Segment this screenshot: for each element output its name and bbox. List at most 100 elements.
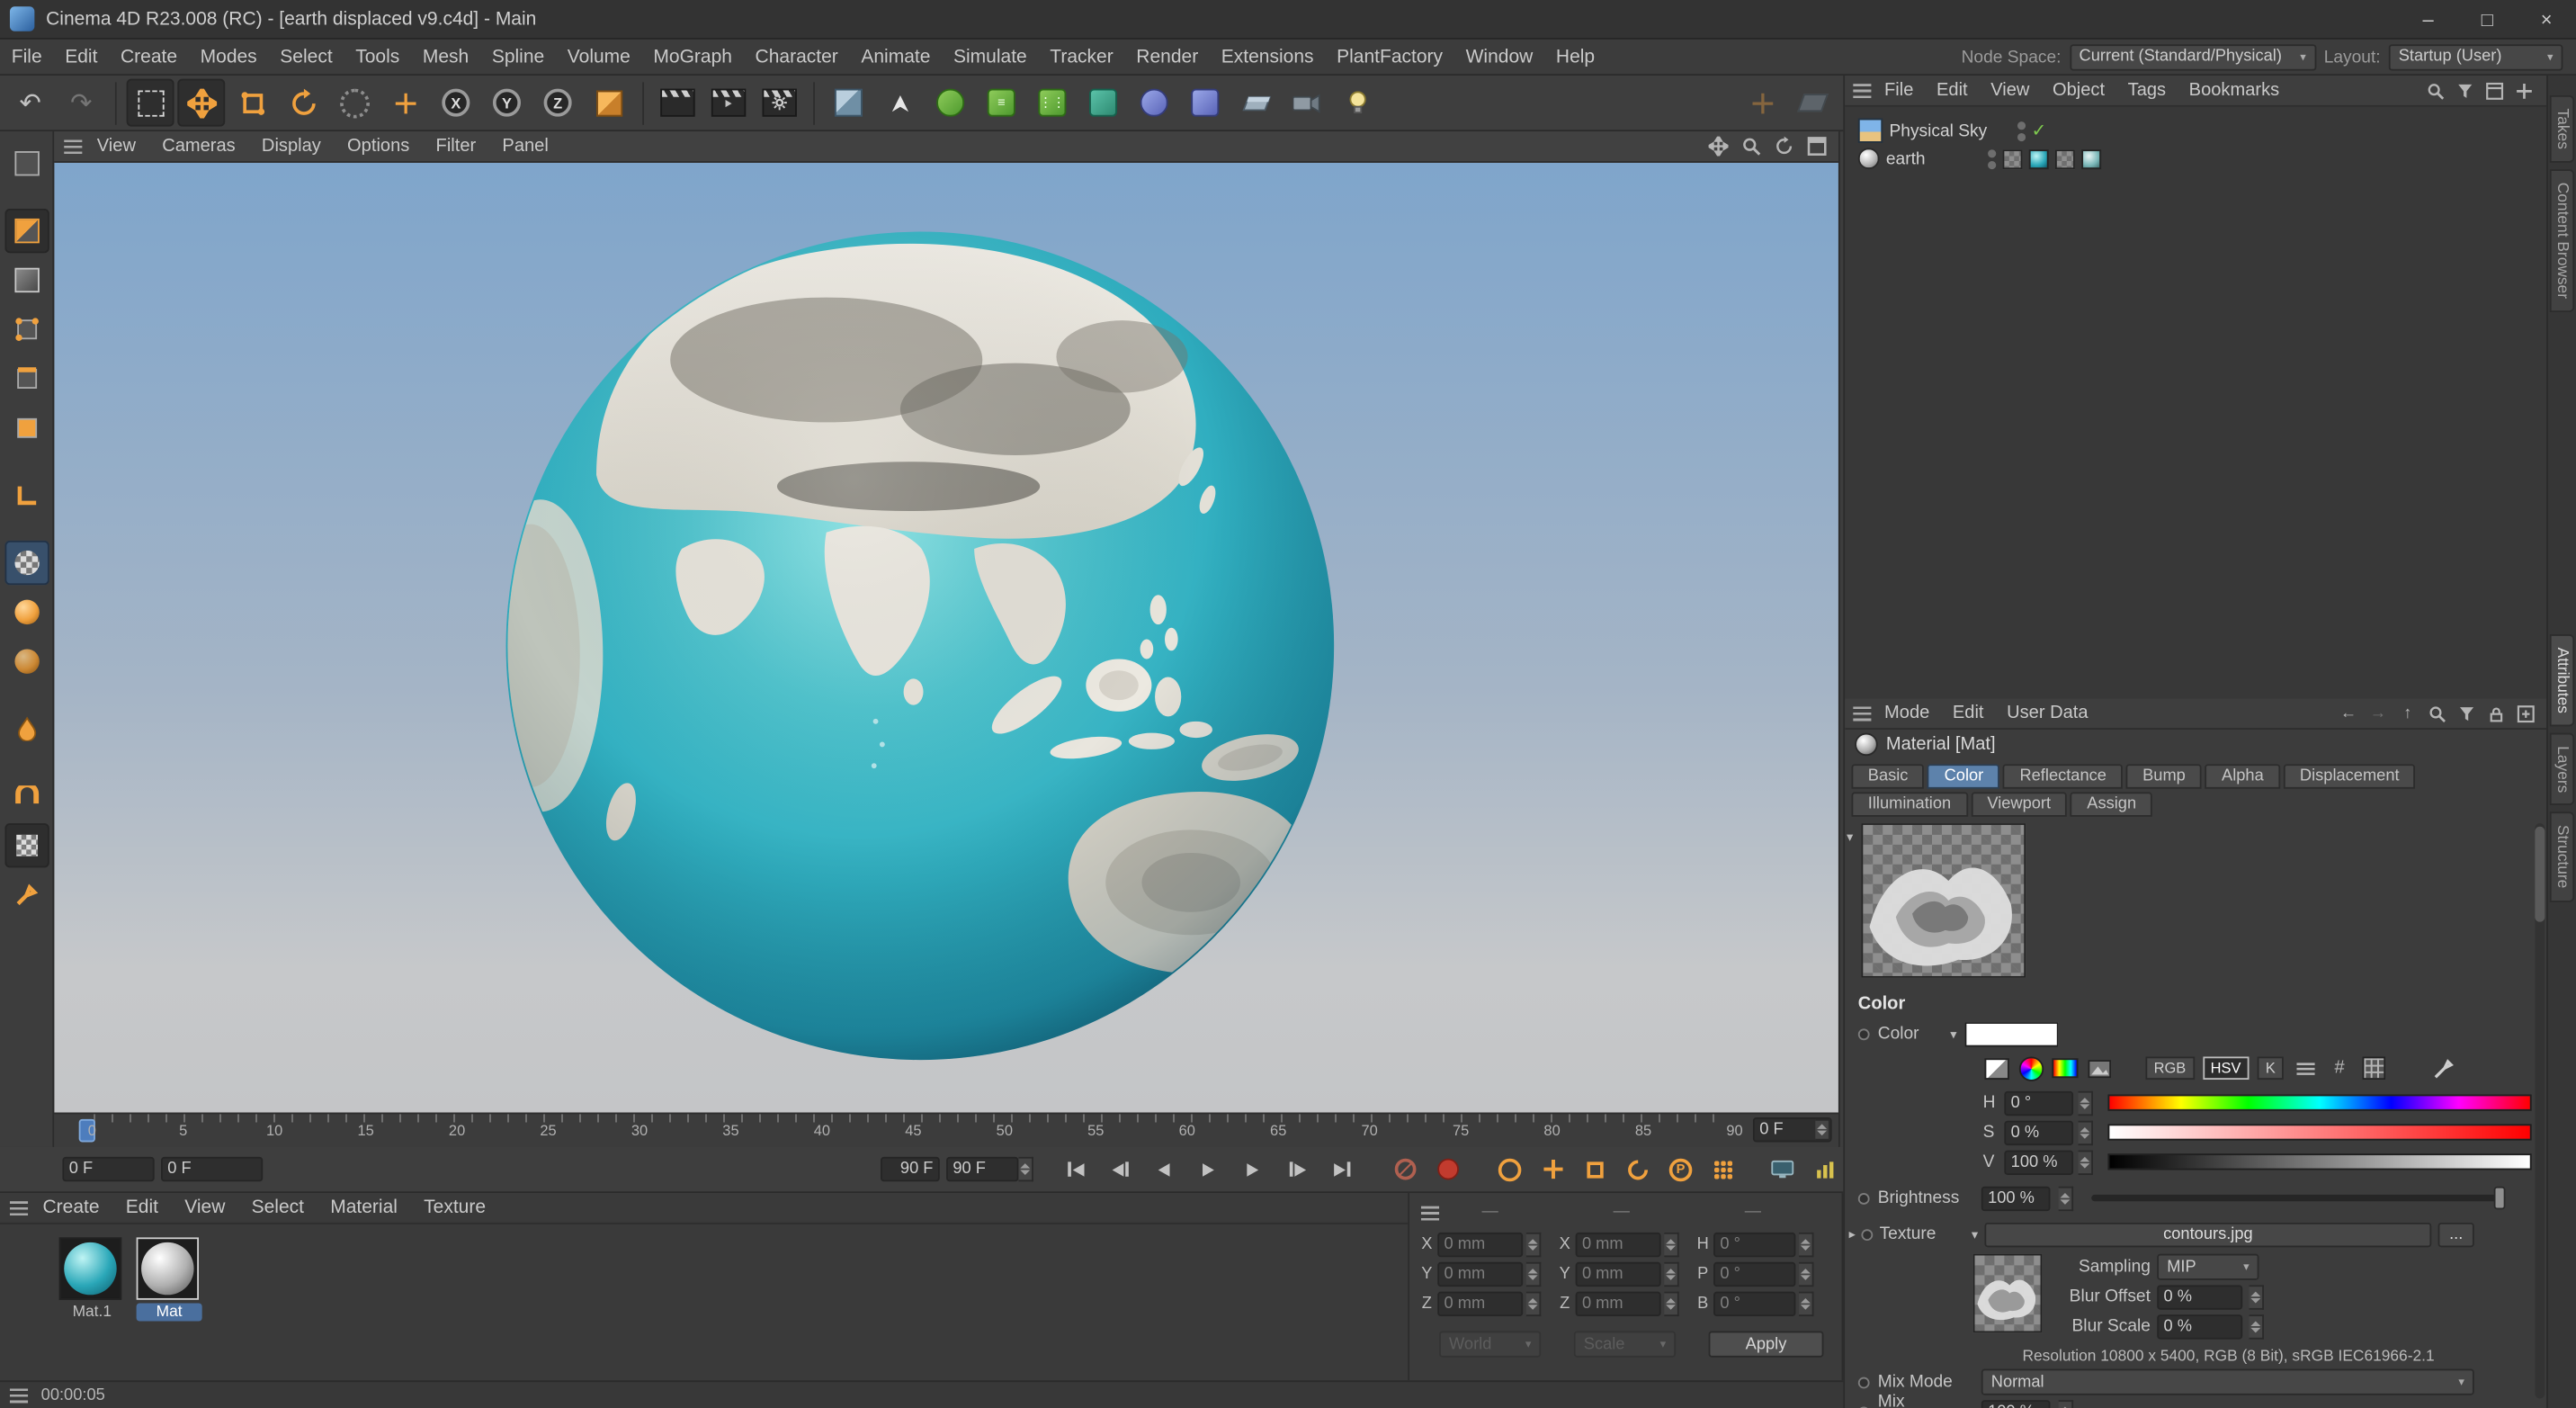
color-compare-icon[interactable] [1983,1056,2009,1080]
visibility-dots[interactable] [1988,148,1996,168]
menu-file[interactable]: File [0,47,53,67]
x-axis-lock-button[interactable]: X [432,79,479,127]
size-x-field[interactable]: 0 mm [1576,1233,1661,1257]
mix-mode-dropdown[interactable]: Normal▾ [1981,1368,2474,1395]
brightness-keyframe-dot[interactable] [1858,1192,1870,1204]
om-menu-tags[interactable]: Tags [2118,80,2176,100]
dock-tab-attributes[interactable]: Attributes [2550,633,2574,726]
viewport-zoom-icon[interactable] [1740,135,1763,158]
points-mode-button[interactable] [4,308,49,352]
dock-tab-content-browser[interactable]: Content Browser [2550,169,2574,311]
coordinate-system-button[interactable] [585,79,632,127]
menu-tools[interactable]: Tools [344,47,411,67]
render-picture-viewer-button[interactable] [705,79,753,127]
viewport-menu-filter[interactable]: Filter [425,137,487,157]
am-menu-mode[interactable]: Mode [1874,704,1939,723]
texture-browse-button[interactable]: ... [2438,1222,2474,1246]
viewport-solo-button[interactable] [4,706,49,750]
axis-tool-icon[interactable] [381,79,429,127]
material-menu-material[interactable]: Material [318,1198,408,1218]
object-row-earth[interactable]: earth [1845,145,2546,173]
quantize-button[interactable] [4,823,49,867]
value-field[interactable]: 100 % [2004,1150,2073,1174]
coordinates-panel-menu-icon[interactable] [1421,1206,1439,1221]
preview-expand-icon[interactable]: ▾ [1847,830,1853,844]
blur-scale-field[interactable]: 0 % [2157,1314,2242,1338]
minimize-button[interactable]: – [2399,0,2458,40]
menu-window[interactable]: Window [1454,47,1544,67]
material-menu-edit[interactable]: Edit [114,1198,170,1218]
menu-edit[interactable]: Edit [53,47,109,67]
snap-settings-button[interactable] [4,774,49,818]
dock-tab-takes[interactable]: Takes [2550,95,2574,163]
keyframe-selection-filter-icon[interactable] [1387,1152,1423,1186]
material-menu-view[interactable]: View [173,1198,237,1218]
playback-options-icon[interactable] [1807,1152,1843,1186]
model-mode-button[interactable] [4,209,49,253]
om-search-icon[interactable] [2425,80,2446,102]
tab-color[interactable]: Color [1928,764,1999,788]
previous-key-button[interactable] [1101,1152,1139,1186]
coordinate-space-dropdown[interactable]: World▾ [1439,1331,1541,1357]
next-frame-button[interactable] [1234,1152,1272,1186]
hue-field[interactable]: 0 ° [2004,1090,2073,1115]
autokeying-toggle[interactable] [1491,1152,1527,1186]
last-tool-button[interactable] [330,79,378,127]
record-position-toggle[interactable] [1534,1152,1570,1186]
sliders-icon[interactable] [2292,1056,2318,1080]
om-add-icon[interactable] [2514,80,2536,102]
history-back-icon[interactable]: ← [2338,703,2359,724]
om-menu-bookmarks[interactable]: Bookmarks [2179,80,2289,100]
render-view-button[interactable] [654,79,702,127]
size-column-header[interactable]: — [1614,1203,1630,1221]
ruler-frame-field[interactable]: 0 F [1753,1117,1832,1142]
position-z-stepper[interactable] [1526,1292,1541,1316]
transform-mode-dropdown[interactable]: Scale▾ [1574,1331,1676,1357]
add-camera-button[interactable] [1284,79,1331,127]
position-y-stepper[interactable] [1526,1262,1541,1287]
am-lock-icon[interactable] [2486,703,2508,724]
previous-frame-button[interactable] [1145,1152,1183,1186]
position-z-field[interactable]: 0 mm [1437,1292,1523,1316]
phong-tag-icon[interactable] [2002,148,2022,168]
mix-strength-stepper[interactable] [2059,1399,2073,1408]
add-deformer-button[interactable] [1181,79,1229,127]
sampling-dropdown[interactable]: MIP▾ [2157,1254,2258,1280]
add-light-button[interactable] [1334,79,1382,127]
brightness-field[interactable]: 100 % [1981,1186,2051,1210]
history-forward-icon[interactable]: → [2367,703,2389,724]
add-field-button[interactable] [1131,79,1178,127]
modeling-settings-button[interactable] [4,873,49,917]
viewport-menu-display[interactable]: Display [250,137,332,157]
am-menu-edit[interactable]: Edit [1943,704,1994,723]
menu-create[interactable]: Create [109,47,189,67]
om-menu-object[interactable]: Object [2043,80,2115,100]
om-filter-icon[interactable] [2455,80,2476,102]
position-y-field[interactable]: 0 mm [1437,1262,1523,1287]
object-manager-panel-menu-icon[interactable] [1853,83,1871,97]
range-end-field[interactable]: 90 F [946,1157,1033,1181]
menu-mograph[interactable]: MoGraph [642,47,744,67]
viewport-pan-icon[interactable] [1707,135,1731,158]
status-menu-icon[interactable] [10,1388,28,1403]
mix-strength-field[interactable]: 100 % [1981,1399,2051,1408]
rotation-b-stepper[interactable] [1799,1292,1813,1316]
rgb-mode-button[interactable]: RGB [2145,1056,2194,1080]
size-y-field[interactable]: 0 mm [1576,1262,1661,1287]
add-volume-button[interactable] [1079,79,1127,127]
position-x-stepper[interactable] [1526,1233,1541,1257]
am-search-icon[interactable] [2427,703,2448,724]
material-menu-create[interactable]: Create [31,1198,112,1218]
rotation-p-field[interactable]: 0 ° [1713,1262,1795,1287]
tab-assign[interactable]: Assign [2071,792,2152,816]
am-menu-userdata[interactable]: User Data [1997,704,2097,723]
render-settings-button[interactable] [756,79,803,127]
tab-basic[interactable]: Basic [1851,764,1924,788]
menu-render[interactable]: Render [1125,47,1210,67]
object-row-physical-sky[interactable]: Physical Sky ✓ [1845,117,2546,145]
viewport-toggle-icon[interactable] [1805,135,1829,158]
undo-button[interactable]: ↶ [6,79,54,127]
add-spline-pen-button[interactable] [876,79,924,127]
node-space-dropdown[interactable]: Current (Standard/Physical)▾ [2070,43,2316,69]
record-rotation-toggle[interactable] [1620,1152,1656,1186]
